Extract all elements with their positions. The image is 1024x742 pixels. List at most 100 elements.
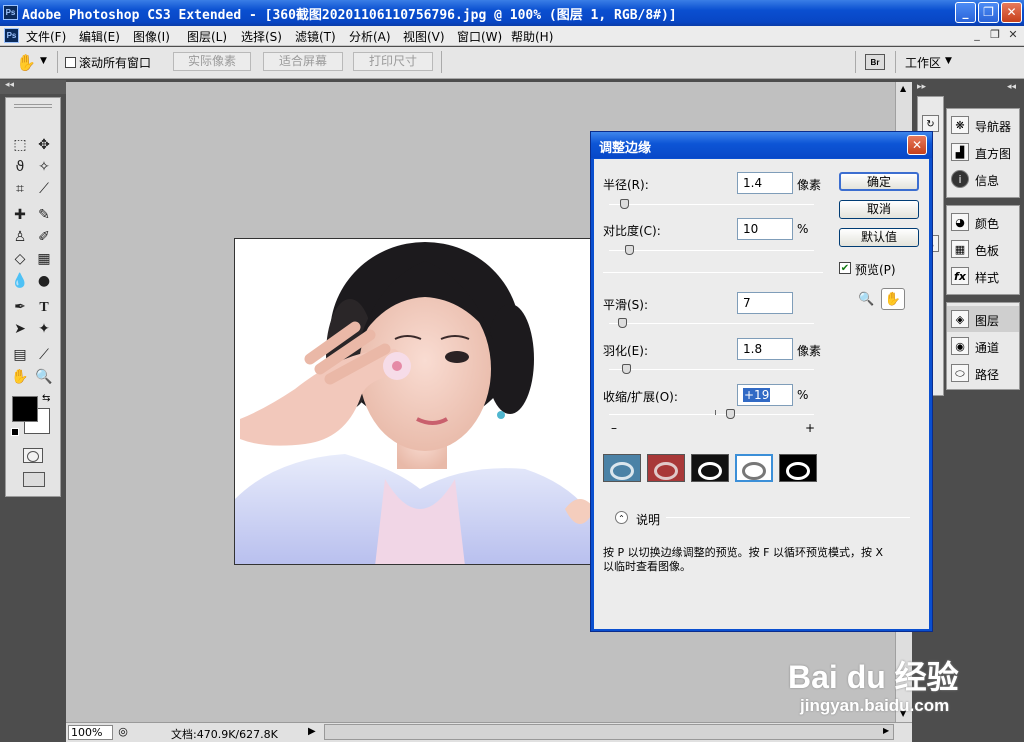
actual-pixels-button[interactable]: 实际像素 [173,52,251,71]
standard-mode-icon[interactable] [603,454,641,482]
hand-tool-icon[interactable]: ✋ [9,367,31,388]
eyedropper-tool-icon[interactable]: ⟋ [33,345,55,366]
on-black-mode-icon[interactable] [691,454,729,482]
dialog-close-button[interactable]: ✕ [907,135,927,155]
workspace-arrow-icon[interactable]: ▼ [945,56,952,66]
move-tool-icon[interactable]: ✥ [33,135,55,156]
collapse-arrows-icon[interactable]: ◂◂ [1007,82,1016,92]
scroll-all-windows-checkbox[interactable] [65,57,76,68]
tool-preset-arrow-icon[interactable]: ▼ [40,56,47,66]
contrast-slider-track[interactable] [609,250,814,251]
contrast-slider-thumb[interactable] [624,245,634,255]
fit-screen-button[interactable]: 适合屏幕 [263,52,343,71]
feather-input[interactable]: 1.8 [737,338,793,360]
minimize-button[interactable]: _ [955,2,976,23]
panel-info[interactable]: i 信息 [947,166,1019,192]
stamp-tool-icon[interactable]: ♙ [9,227,31,248]
doc-close-button[interactable]: ✕ [1006,28,1020,42]
doc-restore-button[interactable]: ❐ [988,28,1002,42]
mask-mode-icon[interactable] [779,454,817,482]
path-selection-tool-icon[interactable]: ➤ [9,319,31,340]
slice-tool-icon[interactable]: ⟋ [33,179,55,200]
crop-tool-icon[interactable]: ⌗ [9,179,31,200]
maximize-button[interactable]: ❐ [978,2,999,23]
radius-slider-thumb[interactable] [620,199,630,209]
hand-icon[interactable]: ✋ [16,53,36,72]
healing-brush-tool-icon[interactable]: ✚ [9,205,31,226]
panel-layers[interactable]: ◈ 图层 [947,306,1019,332]
workspace-button[interactable]: 工作区 [905,54,941,71]
notes-tool-icon[interactable]: ▤ [9,345,31,366]
doc-minimize-button[interactable]: _ [970,28,984,42]
gradient-tool-icon[interactable]: ▦ [33,249,55,270]
dialog-title-bar[interactable]: 调整边缘 ✕ [591,132,932,158]
foreground-color-swatch[interactable] [12,396,38,422]
menu-edit[interactable]: 编辑(E) [79,28,120,45]
blur-tool-icon[interactable]: 💧 [9,271,31,292]
collapse-arrows-icon[interactable]: ▸▸ [917,82,926,92]
brush-tool-icon[interactable]: ✎ [33,205,55,226]
toolbox-grip[interactable] [14,104,52,108]
ok-button[interactable]: 确定 [839,172,919,191]
magic-wand-tool-icon[interactable]: ✧ [33,157,55,178]
zoom-tool-icon[interactable]: 🔍 [33,367,55,388]
smooth-slider-thumb[interactable] [618,318,628,328]
dodge-tool-icon[interactable]: ● [33,271,55,292]
menu-window[interactable]: 窗口(W) [457,28,502,45]
scroll-up-icon[interactable]: ▲ [900,84,906,93]
status-menu-icon[interactable]: ◎ [116,725,130,739]
zoom-field[interactable]: 100% [68,725,113,740]
close-button[interactable]: ✕ [1001,2,1022,23]
panel-paths[interactable]: ⬭ 路径 [947,360,1019,386]
panel-channels[interactable]: ◉ 通道 [947,333,1019,359]
menu-filter[interactable]: 滤镜(T) [295,28,336,45]
contrast-input[interactable]: 10 [737,218,793,240]
lasso-tool-icon[interactable]: ϑ [9,157,31,178]
panel-swatches[interactable]: ▦ 色板 [947,236,1019,262]
custom-shape-tool-icon[interactable]: ✦ [33,319,55,340]
default-button[interactable]: 默认值 [839,228,919,247]
contract-expand-slider-thumb[interactable] [725,409,735,419]
panel-color[interactable]: ◕ 颜色 [947,209,1019,235]
screen-mode-icon[interactable] [23,472,45,487]
menu-analysis[interactable]: 分析(A) [349,28,391,45]
radius-slider-track[interactable] [609,204,814,205]
menu-view[interactable]: 视图(V) [403,28,445,45]
menu-help[interactable]: 帮助(H) [511,28,553,45]
feather-slider-track[interactable] [609,369,814,370]
marquee-tool-icon[interactable]: ⬚ [9,135,31,156]
menu-select[interactable]: 选择(S) [241,28,282,45]
print-size-button[interactable]: 打印尺寸 [353,52,433,71]
horizontal-scrollbar[interactable]: ▶ [324,724,894,740]
quick-mask-icon[interactable] [23,448,43,463]
smooth-input[interactable]: 7 [737,292,793,314]
contract-expand-slider-track[interactable] [609,414,814,415]
scroll-right-icon[interactable]: ▶ [883,726,889,735]
hand-tool-icon[interactable]: ✋ [881,288,905,310]
smooth-slider-track[interactable] [609,323,814,324]
bridge-icon[interactable]: Br [865,54,885,70]
default-colors-icon[interactable] [11,428,19,436]
panel-styles[interactable]: fx 样式 [947,263,1019,289]
menu-layer[interactable]: 图层(L) [187,28,227,45]
status-arrow-icon[interactable]: ▶ [308,726,316,737]
description-toggle-icon[interactable]: ⌃ [615,511,628,524]
quick-mask-mode-icon[interactable] [647,454,685,482]
swap-colors-icon[interactable]: ⇆ [42,393,50,404]
contract-expand-input[interactable]: +19 [737,384,793,406]
panel-navigator[interactable]: ❋ 导航器 [947,112,1019,138]
preview-checkbox[interactable]: ✔ [839,262,851,274]
feather-slider-thumb[interactable] [622,364,632,374]
menu-file[interactable]: 文件(F) [26,28,66,45]
document-icon[interactable]: Ps [4,28,19,43]
eraser-tool-icon[interactable]: ◇ [9,249,31,270]
panel-histogram[interactable]: ▟ 直方图 [947,139,1019,165]
zoom-tool-icon[interactable]: 🔍 [858,292,874,307]
image-canvas[interactable] [234,238,604,565]
menu-image[interactable]: 图像(I) [133,28,170,45]
history-panel-icon[interactable]: ↻ [922,115,939,132]
radius-input[interactable]: 1.4 [737,172,793,194]
type-tool-icon[interactable]: T [33,297,55,318]
on-white-mode-icon[interactable] [735,454,773,482]
collapse-arrows-icon[interactable]: ◂◂ [5,80,14,90]
